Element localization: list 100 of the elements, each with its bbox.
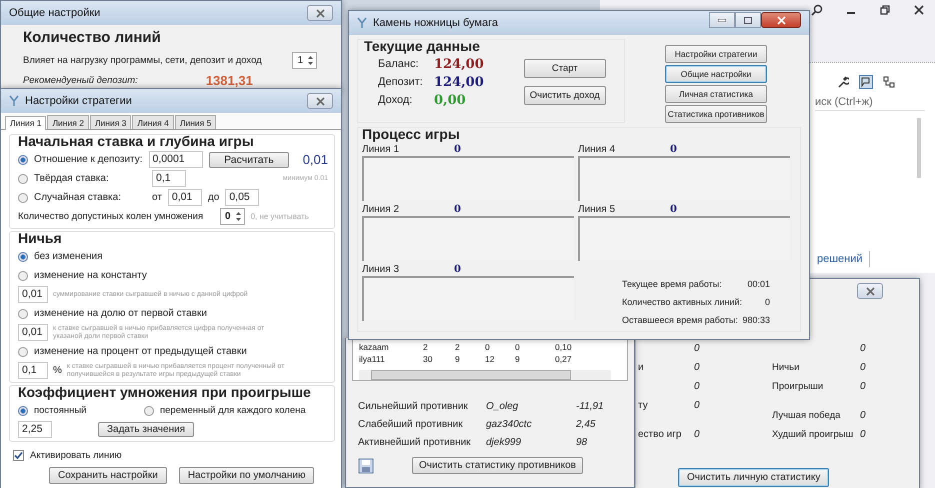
close-button[interactable] — [857, 283, 883, 299]
clear-opponents-button[interactable]: Очистить статистику противников — [412, 457, 583, 474]
restore-icon[interactable] — [879, 4, 891, 16]
tab[interactable]: Линия 3 — [90, 115, 132, 129]
tab[interactable]: Линия 1 — [5, 116, 46, 130]
table-cell-text: 0,10 — [555, 342, 573, 354]
table-cell-text: 2 — [455, 342, 461, 354]
opponent-name: djek999 — [486, 436, 522, 448]
tab[interactable]: Линия 2 — [47, 115, 89, 129]
input-field[interactable]: 0,01 — [18, 324, 48, 341]
summary-label: Активнейший противник — [358, 436, 472, 448]
close-button[interactable] — [307, 5, 333, 21]
minimize-icon — [718, 18, 726, 22]
start-button[interactable]: Старт — [524, 59, 606, 78]
from-label: от — [152, 192, 162, 203]
window-title: Настройки стратегии — [25, 95, 133, 107]
radio-button[interactable] — [18, 154, 28, 164]
summary-value: 98 — [576, 436, 588, 448]
close-button[interactable] — [761, 12, 801, 28]
unit-label: % — [53, 365, 62, 376]
section-heading: Коэффициент умножения при проигрыше — [18, 384, 312, 401]
tab[interactable]: Линия 4 — [132, 115, 174, 129]
input-field[interactable]: 0,0001 — [148, 151, 204, 168]
number-spinner[interactable]: 1 — [292, 52, 317, 68]
table-cell-text: 30 — [423, 354, 434, 366]
search-icon[interactable] — [811, 4, 823, 16]
summary-label: Сильнейший противник — [358, 400, 469, 412]
nav-button[interactable]: Настройки стратегии — [665, 45, 767, 63]
stat-value: 124,00 — [434, 56, 484, 72]
input-field[interactable]: 0,01 — [168, 189, 202, 206]
table-cell-text: 0 — [485, 342, 491, 354]
close-icon — [866, 286, 874, 296]
line-count: 0 — [670, 144, 677, 155]
radio-button[interactable] — [18, 308, 28, 318]
save-icon[interactable] — [358, 458, 374, 474]
clear-stats-button[interactable]: Очистить личную статистику — [678, 468, 830, 487]
tab[interactable]: Линия 5 — [174, 115, 216, 129]
radio-label: изменение на долю от первой ставки — [34, 308, 207, 319]
maximize-button[interactable] — [735, 12, 761, 28]
clear-income-button[interactable]: Очистить доход — [524, 86, 606, 105]
to-label: до — [208, 192, 220, 203]
app-icon — [9, 95, 19, 107]
scroll-bar[interactable] — [359, 370, 611, 380]
nav-button[interactable]: Личная статистика — [665, 85, 767, 103]
app-icon — [357, 17, 367, 29]
description-text: Влияет на нагрузку программы, сети, депозит и доход — [23, 54, 262, 66]
radio-label: изменение на процент от предыдущей ставки — [34, 346, 247, 357]
checkbox[interactable] — [13, 450, 24, 461]
hierarchy-icon[interactable] — [883, 76, 895, 88]
minimize-button[interactable] — [709, 12, 735, 28]
panel-tab[interactable]: решений — [815, 251, 870, 267]
stat-value: 124,00 — [434, 74, 484, 90]
radio-button[interactable] — [18, 252, 28, 262]
section-heading: Количество линий — [23, 29, 162, 46]
search-field[interactable]: иск (Ctrl+ж) — [815, 94, 925, 111]
timer-value: 980:33 — [742, 315, 770, 325]
close-icon[interactable] — [913, 4, 925, 16]
stat-value: 0,00 — [434, 92, 466, 108]
hint-text: 0, не учитывать — [250, 212, 309, 221]
input-field[interactable]: 0,1 — [152, 170, 186, 187]
radio-button[interactable] — [18, 346, 28, 356]
wrench-icon[interactable] — [837, 76, 849, 88]
radio-button[interactable] — [18, 270, 28, 280]
line-label: Линия 5 — [578, 204, 616, 215]
radio-button[interactable] — [18, 406, 28, 416]
nav-button[interactable]: Общие настройки — [665, 65, 767, 83]
settings-button[interactable]: Сохранить настройки — [49, 467, 167, 484]
line-count: 0 — [670, 204, 677, 215]
stat-label: и — [637, 362, 645, 373]
stat-value: 0 — [860, 381, 866, 392]
nav-button[interactable]: Статистика противников — [665, 105, 767, 123]
number-spinner[interactable]: 0 — [220, 208, 245, 225]
window-title: Камень ножницы бумага — [373, 17, 499, 29]
line-label: Линия 3 — [362, 264, 400, 275]
input-field[interactable]: 2,25 — [18, 421, 52, 438]
input-field[interactable]: 0,05 — [225, 189, 260, 206]
summary-value: 2,45 — [576, 418, 596, 430]
timer-label: Количество активных линий: — [622, 297, 742, 307]
radio-button[interactable] — [18, 192, 28, 202]
radio-label: Случайная ставка: — [34, 192, 122, 203]
input-field[interactable]: 0,1 — [18, 362, 48, 379]
summary-value: -11,91 — [576, 400, 605, 412]
calculate-button[interactable]: Расчитать — [209, 152, 289, 168]
checkbox-label: Активировать линию — [30, 450, 122, 461]
radio-label: постоянный — [34, 405, 86, 416]
close-button[interactable] — [307, 93, 333, 109]
table-cell-text: ilya111 — [359, 354, 386, 366]
input-field[interactable]: 0,01 — [18, 286, 48, 303]
stat-value: 0 — [694, 400, 700, 411]
table-cell-text: kazaam — [359, 342, 390, 354]
window-title: Общие настройки — [9, 7, 102, 19]
stat-value: 0 — [694, 429, 700, 440]
radio-button[interactable] — [18, 174, 28, 184]
settings-button[interactable]: Настройки по умолчанию — [178, 467, 314, 484]
section-heading: Начальная ставка и глубина игры — [18, 133, 255, 150]
radio-button[interactable] — [144, 406, 154, 416]
set-values-button[interactable]: Задать значения — [98, 422, 194, 437]
stat-value: 0 — [860, 343, 866, 354]
summary-label: Слабейший противник — [358, 418, 464, 430]
radio-label: Отношение к депозиту: — [34, 154, 143, 165]
